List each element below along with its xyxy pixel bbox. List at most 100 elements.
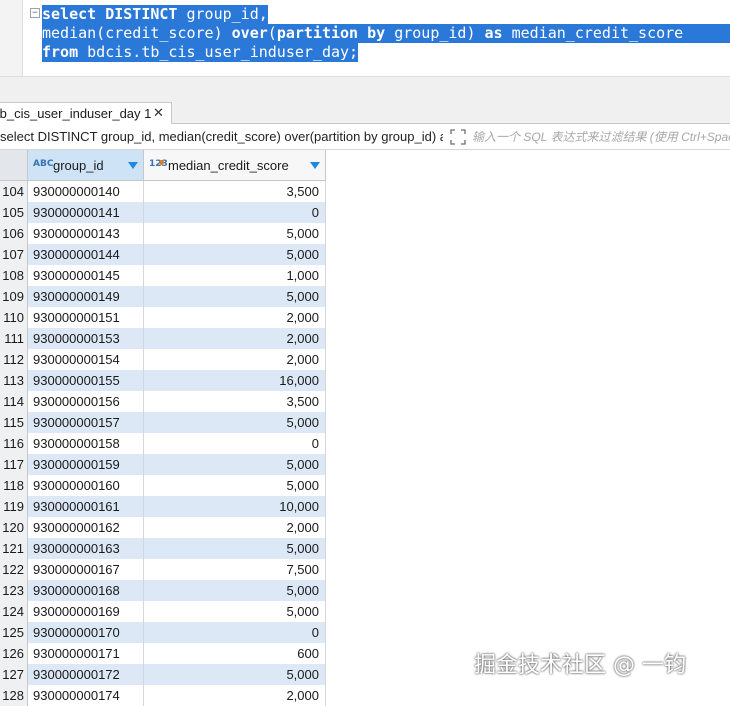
median-credit-score-cell[interactable]: 3,500	[144, 181, 326, 202]
median-credit-score-cell[interactable]: 2,000	[144, 328, 326, 349]
row-number-cell[interactable]: 115	[0, 412, 28, 433]
median-credit-score-cell[interactable]: 10,000	[144, 496, 326, 517]
group-id-cell[interactable]: 930000000155	[28, 370, 144, 391]
median-credit-score-cell[interactable]: 7,500	[144, 559, 326, 580]
table-row[interactable]: 123 930000000168 5,000	[0, 580, 730, 601]
row-number-cell[interactable]: 116	[0, 433, 28, 454]
row-number-cell[interactable]: 106	[0, 223, 28, 244]
median-credit-score-cell[interactable]: 5,000	[144, 454, 326, 475]
row-number-cell[interactable]: 118	[0, 475, 28, 496]
row-number-cell[interactable]: 125	[0, 622, 28, 643]
group-id-cell[interactable]: 930000000171	[28, 643, 144, 664]
expand-filter-icon[interactable]	[450, 129, 466, 145]
group-id-cell[interactable]: 930000000153	[28, 328, 144, 349]
group-id-cell[interactable]: 930000000169	[28, 601, 144, 622]
table-row[interactable]: 120 930000000162 2,000	[0, 517, 730, 538]
table-row[interactable]: 122 930000000167 7,500	[0, 559, 730, 580]
table-row[interactable]: 115 930000000157 5,000	[0, 412, 730, 433]
group-id-cell[interactable]: 930000000161	[28, 496, 144, 517]
group-id-cell[interactable]: 930000000159	[28, 454, 144, 475]
table-row[interactable]: 107 930000000144 5,000	[0, 244, 730, 265]
row-number-cell[interactable]: 107	[0, 244, 28, 265]
row-number-cell[interactable]: 113	[0, 370, 28, 391]
group-id-cell[interactable]: 930000000149	[28, 286, 144, 307]
row-number-cell[interactable]: 123	[0, 580, 28, 601]
group-id-cell[interactable]: 930000000154	[28, 349, 144, 370]
table-row[interactable]: 111 930000000153 2,000	[0, 328, 730, 349]
median-credit-score-cell[interactable]: 600	[144, 643, 326, 664]
group-id-cell[interactable]: 930000000140	[28, 181, 144, 202]
table-row[interactable]: 106 930000000143 5,000	[0, 223, 730, 244]
sort-dropdown-icon[interactable]	[128, 162, 138, 169]
group-id-cell[interactable]: 930000000167	[28, 559, 144, 580]
row-number-cell[interactable]: 117	[0, 454, 28, 475]
median-credit-score-cell[interactable]: 2,000	[144, 349, 326, 370]
sql-editor[interactable]: − select DISTINCT group_id, median(credi…	[0, 0, 730, 76]
table-row[interactable]: 117 930000000159 5,000	[0, 454, 730, 475]
median-credit-score-cell[interactable]: 3,500	[144, 391, 326, 412]
result-tab[interactable]: tb_cis_user_induser_day 1 ✕	[0, 102, 172, 124]
row-number-cell[interactable]: 111	[0, 328, 28, 349]
median-credit-score-cell[interactable]: 1,000	[144, 265, 326, 286]
row-number-cell[interactable]: 121	[0, 538, 28, 559]
row-number-cell[interactable]: 114	[0, 391, 28, 412]
row-number-cell[interactable]: 119	[0, 496, 28, 517]
group-id-cell[interactable]: 930000000151	[28, 307, 144, 328]
median-credit-score-cell[interactable]: 2,000	[144, 517, 326, 538]
row-number-header[interactable]	[0, 150, 28, 181]
group-id-cell[interactable]: 930000000157	[28, 412, 144, 433]
row-number-cell[interactable]: 126	[0, 643, 28, 664]
table-row[interactable]: 110 930000000151 2,000	[0, 307, 730, 328]
median-credit-score-cell[interactable]: 5,000	[144, 664, 326, 685]
median-credit-score-cell[interactable]: 5,000	[144, 538, 326, 559]
table-row[interactable]: 112 930000000154 2,000	[0, 349, 730, 370]
median-credit-score-cell[interactable]: 5,000	[144, 580, 326, 601]
median-credit-score-cell[interactable]: 5,000	[144, 412, 326, 433]
group-id-cell[interactable]: 930000000163	[28, 538, 144, 559]
group-id-cell[interactable]: 930000000145	[28, 265, 144, 286]
median-credit-score-cell[interactable]: 5,000	[144, 475, 326, 496]
row-number-cell[interactable]: 104	[0, 181, 28, 202]
row-number-cell[interactable]: 124	[0, 601, 28, 622]
table-row[interactable]: 109 930000000149 5,000	[0, 286, 730, 307]
row-number-cell[interactable]: 122	[0, 559, 28, 580]
row-number-cell[interactable]: 127	[0, 664, 28, 685]
group-id-cell[interactable]: 930000000168	[28, 580, 144, 601]
group-id-cell[interactable]: 930000000156	[28, 391, 144, 412]
table-row[interactable]: 116 930000000158 0	[0, 433, 730, 454]
table-row[interactable]: 121 930000000163 5,000	[0, 538, 730, 559]
median-credit-score-cell[interactable]: 16,000	[144, 370, 326, 391]
table-row[interactable]: 108 930000000145 1,000	[0, 265, 730, 286]
group-id-cell[interactable]: 930000000158	[28, 433, 144, 454]
close-icon[interactable]: ✕	[153, 105, 164, 122]
group-id-cell[interactable]: 930000000170	[28, 622, 144, 643]
row-number-cell[interactable]: 110	[0, 307, 28, 328]
table-row[interactable]: 119 930000000161 10,000	[0, 496, 730, 517]
table-row[interactable]: 114 930000000156 3,500	[0, 391, 730, 412]
row-number-cell[interactable]: 105	[0, 202, 28, 223]
group-id-cell[interactable]: 930000000160	[28, 475, 144, 496]
table-row[interactable]: 125 930000000170 0	[0, 622, 730, 643]
row-number-cell[interactable]: 108	[0, 265, 28, 286]
median-credit-score-cell[interactable]: 0	[144, 202, 326, 223]
median-credit-score-cell[interactable]: 5,000	[144, 244, 326, 265]
row-number-cell[interactable]: 120	[0, 517, 28, 538]
table-row[interactable]: 105 930000000141 0	[0, 202, 730, 223]
median-credit-score-cell[interactable]: 0	[144, 433, 326, 454]
median-credit-score-cell[interactable]: 5,000	[144, 601, 326, 622]
table-row[interactable]: 118 930000000160 5,000	[0, 475, 730, 496]
group-id-cell[interactable]: 930000000162	[28, 517, 144, 538]
table-row[interactable]: 104 930000000140 3,500	[0, 181, 730, 202]
median-credit-score-cell[interactable]: 5,000	[144, 286, 326, 307]
filter-expression-input[interactable]: 输入一个 SQL 表达式来过滤结果 (使用 Ctrl+Space)	[472, 129, 730, 145]
median-credit-score-cell[interactable]: 5,000	[144, 223, 326, 244]
row-number-cell[interactable]: 109	[0, 286, 28, 307]
column-header-median-credit-score[interactable]: 123 median_credit_score	[144, 150, 326, 181]
column-header-group-id[interactable]: ABC group_id	[28, 150, 144, 181]
median-credit-score-cell[interactable]: 2,000	[144, 307, 326, 328]
table-row[interactable]: 113 930000000155 16,000	[0, 370, 730, 391]
group-id-cell[interactable]: 930000000143	[28, 223, 144, 244]
table-row[interactable]: 124 930000000169 5,000	[0, 601, 730, 622]
group-id-cell[interactable]: 930000000144	[28, 244, 144, 265]
group-id-cell[interactable]: 930000000141	[28, 202, 144, 223]
